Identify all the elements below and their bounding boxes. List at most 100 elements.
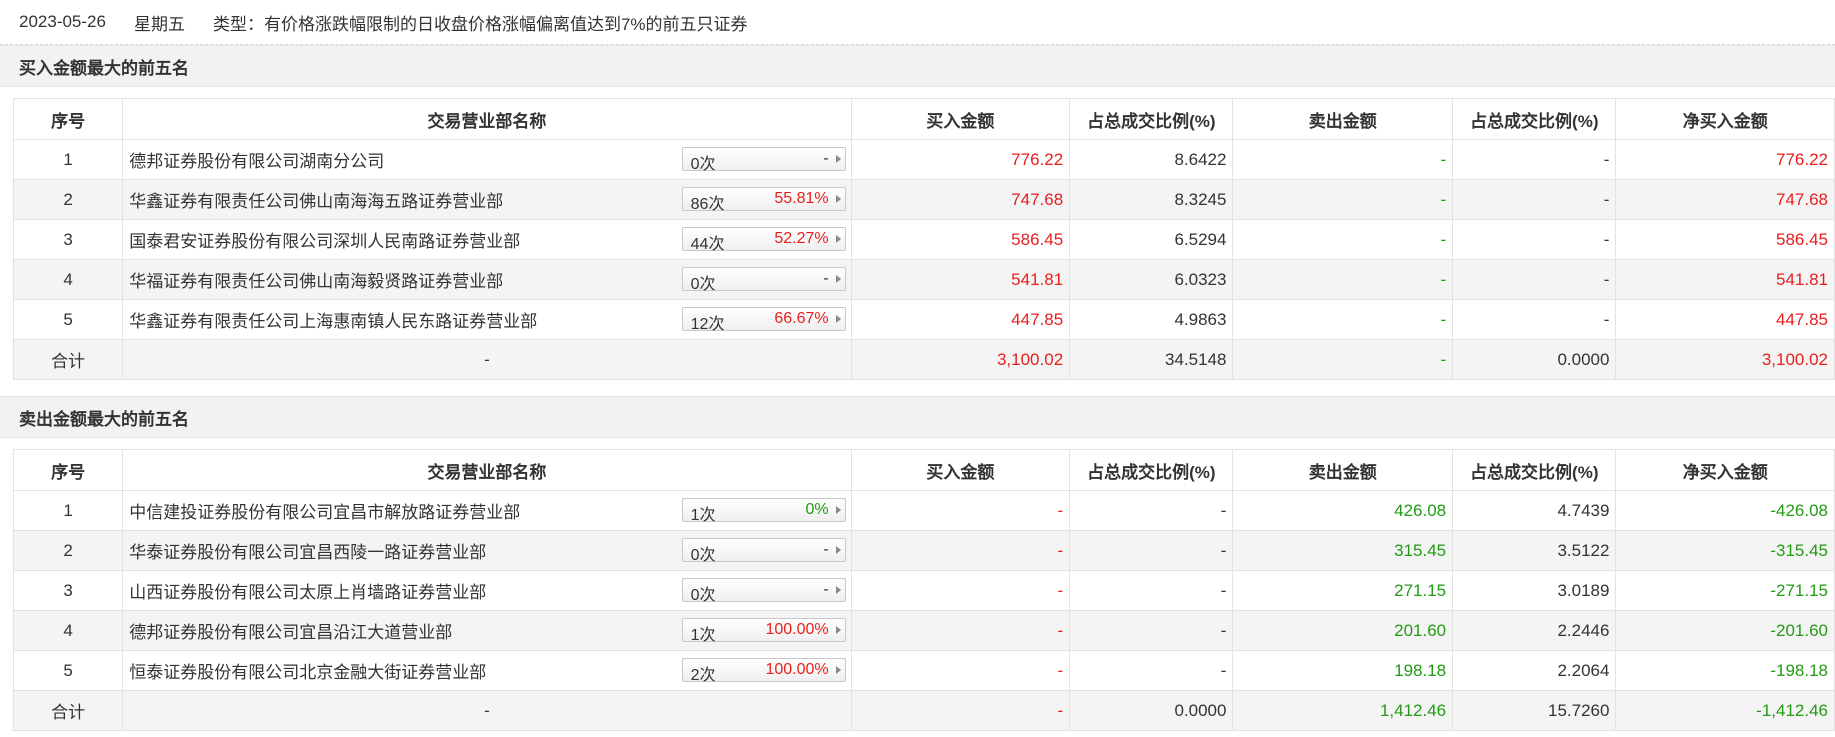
buy-amount: - xyxy=(850,570,1071,611)
buy-ratio: - xyxy=(1069,570,1234,611)
total-sell-ratio: 15.7260 xyxy=(1452,690,1617,731)
history-count-button[interactable]: 1次 100.00% xyxy=(681,618,846,644)
sell-amount: - xyxy=(1232,219,1454,260)
history-count-button[interactable]: 2次 100.00% xyxy=(681,658,846,684)
appearance-count: 0次 xyxy=(690,587,716,604)
appearance-count: 1次 xyxy=(690,507,716,524)
history-count-button[interactable]: 44次 52.27% xyxy=(681,227,846,253)
net-amount: -426.08 xyxy=(1615,490,1835,531)
branch-name[interactable]: 华福证券有限责任公司佛山南海毅贤路证券营业部 xyxy=(129,272,503,291)
branch-name[interactable]: 华鑫证券有限责任公司佛山南海海五路证券营业部 xyxy=(129,192,503,211)
buy-table: 序号 交易营业部名称 买入金额 占总成交比例(%) 卖出金额 占总成交比例(%)… xyxy=(12,98,1835,380)
sell-ratio: 2.2446 xyxy=(1452,610,1617,651)
sell-ratio: - xyxy=(1452,179,1617,220)
arrow-right-icon xyxy=(835,195,841,203)
history-count-button[interactable]: 12次 66.67% xyxy=(681,307,846,333)
table-row: 2 华泰证券股份有限公司宜昌西陵一路证券营业部 0次 - - -315.45 3.5122-… xyxy=(12,530,1835,571)
top-info-bar: 2023-05-26 星期五 类型：有价格涨跌幅限制的日收盘价格涨幅偏离值达到7… xyxy=(0,0,1835,45)
sell-ratio: - xyxy=(1452,259,1617,300)
history-count-button[interactable]: 0次 - xyxy=(681,147,846,173)
buy-ratio: 6.0323 xyxy=(1069,259,1234,300)
buy-ratio: 8.6422 xyxy=(1069,139,1234,180)
win-rate: - xyxy=(823,150,829,167)
buy-amount: 776.22 xyxy=(850,139,1071,180)
buy-amount: - xyxy=(850,490,1071,531)
history-count-button[interactable]: 0次 - xyxy=(681,578,846,604)
total-buy-amount: - xyxy=(850,690,1071,731)
buy-amount: - xyxy=(850,650,1071,691)
sell-amount: 271.15 xyxy=(1232,570,1454,611)
sell-section-title: 卖出金额最大的前五名 xyxy=(0,396,1835,438)
win-rate: 0% xyxy=(805,501,829,518)
total-buy-amount: 3,100.02 xyxy=(850,339,1071,380)
total-name: - xyxy=(122,690,852,731)
col-net-amount: 净买入金额 xyxy=(1615,98,1835,140)
table-row: 2 华鑫证券有限责任公司佛山南海海五路证券营业部 86次 55.81% 747.68 8.… xyxy=(12,179,1835,220)
table-row: 5 华鑫证券有限责任公司上海惠南镇人民东路证券营业部 12次 66.67% 447.85… xyxy=(12,299,1835,340)
appearance-count: 44次 xyxy=(690,236,725,253)
col-index: 序号 xyxy=(12,98,124,140)
table-row: 1 中信建投证券股份有限公司宜昌市解放路证券营业部 1次 0% - -426.08 4.74… xyxy=(12,490,1835,531)
row-index: 4 xyxy=(12,259,124,300)
total-row: 合计 -3,100.02 34.5148-0.0000 3,100.02 xyxy=(12,339,1835,380)
total-row: 合计 - -0.0000 1,412.46 15.7260 -1,412.46 xyxy=(12,690,1835,731)
sell-amount: - xyxy=(1232,299,1454,340)
table-row: 4 德邦证券股份有限公司宜昌沿江大道营业部 1次 100.00% - -201.60 2.2… xyxy=(12,610,1835,651)
history-count-button[interactable]: 1次 0% xyxy=(681,498,846,524)
appearance-count: 0次 xyxy=(690,547,716,564)
arrow-right-icon xyxy=(835,315,841,323)
buy-amount: 541.81 xyxy=(850,259,1071,300)
buy-table-header: 序号 交易营业部名称 买入金额 占总成交比例(%) 卖出金额 占总成交比例(%)… xyxy=(12,98,1835,140)
row-index: 1 xyxy=(12,139,124,180)
buy-ratio: - xyxy=(1069,530,1234,571)
row-index: 3 xyxy=(12,570,124,611)
appearance-count: 1次 xyxy=(690,627,716,644)
net-amount: -198.18 xyxy=(1615,650,1835,691)
sell-amount: - xyxy=(1232,259,1454,300)
win-rate: - xyxy=(823,581,829,598)
appearance-count: 0次 xyxy=(690,276,716,293)
branch-name-cell: 德邦证券股份有限公司宜昌沿江大道营业部 1次 100.00% xyxy=(122,610,852,651)
branch-name-cell: 恒泰证券股份有限公司北京金融大街证券营业部 2次 100.00% xyxy=(122,650,852,691)
branch-name[interactable]: 中信建投证券股份有限公司宜昌市解放路证券营业部 xyxy=(129,503,520,522)
sell-amount: 201.60 xyxy=(1232,610,1454,651)
col-index: 序号 xyxy=(12,449,124,491)
sell-amount: - xyxy=(1232,139,1454,180)
win-rate: 55.81% xyxy=(774,190,829,207)
branch-name[interactable]: 国泰君安证券股份有限公司深圳人民南路证券营业部 xyxy=(129,232,520,251)
arrow-right-icon xyxy=(835,666,841,674)
row-index: 3 xyxy=(12,219,124,260)
win-rate: 52.27% xyxy=(774,230,829,247)
buy-ratio: - xyxy=(1069,610,1234,651)
col-buy-amount: 买入金额 xyxy=(850,98,1071,140)
branch-name[interactable]: 德邦证券股份有限公司湖南分公司 xyxy=(129,152,384,171)
branch-name[interactable]: 华鑫证券有限责任公司上海惠南镇人民东路证券营业部 xyxy=(129,312,537,331)
branch-name-cell: 山西证券股份有限公司太原上肖墙路证券营业部 0次 - xyxy=(122,570,852,611)
col-branch-name: 交易营业部名称 xyxy=(122,449,852,491)
sell-amount: 198.18 xyxy=(1232,650,1454,691)
branch-name[interactable]: 华泰证券股份有限公司宜昌西陵一路证券营业部 xyxy=(129,543,486,562)
buy-amount: - xyxy=(850,610,1071,651)
arrow-right-icon xyxy=(835,235,841,243)
total-buy-ratio: 0.0000 xyxy=(1069,690,1234,731)
col-sell-amount: 卖出金额 xyxy=(1232,449,1454,491)
history-count-button[interactable]: 86次 55.81% xyxy=(681,187,846,213)
trade-weekday: 星期五 xyxy=(133,14,185,34)
history-count-button[interactable]: 0次 - xyxy=(681,538,846,564)
history-count-button[interactable]: 0次 - xyxy=(681,267,846,293)
win-rate: 100.00% xyxy=(765,621,829,638)
row-index: 1 xyxy=(12,490,124,531)
sell-ratio: - xyxy=(1452,299,1617,340)
buy-ratio: - xyxy=(1069,490,1234,531)
sell-amount: 315.45 xyxy=(1232,530,1454,571)
buy-ratio: 6.5294 xyxy=(1069,219,1234,260)
sell-amount: - xyxy=(1232,179,1454,220)
buy-amount: 447.85 xyxy=(850,299,1071,340)
branch-name[interactable]: 山西证券股份有限公司太原上肖墙路证券营业部 xyxy=(129,583,486,602)
branch-name[interactable]: 恒泰证券股份有限公司北京金融大街证券营业部 xyxy=(129,663,486,682)
branch-name-cell: 华泰证券股份有限公司宜昌西陵一路证券营业部 0次 - xyxy=(122,530,852,571)
sell-ratio: 3.0189 xyxy=(1452,570,1617,611)
sell-table: 序号 交易营业部名称 买入金额 占总成交比例(%) 卖出金额 占总成交比例(%)… xyxy=(12,449,1835,731)
col-branch-name: 交易营业部名称 xyxy=(122,98,852,140)
branch-name[interactable]: 德邦证券股份有限公司宜昌沿江大道营业部 xyxy=(129,623,452,642)
